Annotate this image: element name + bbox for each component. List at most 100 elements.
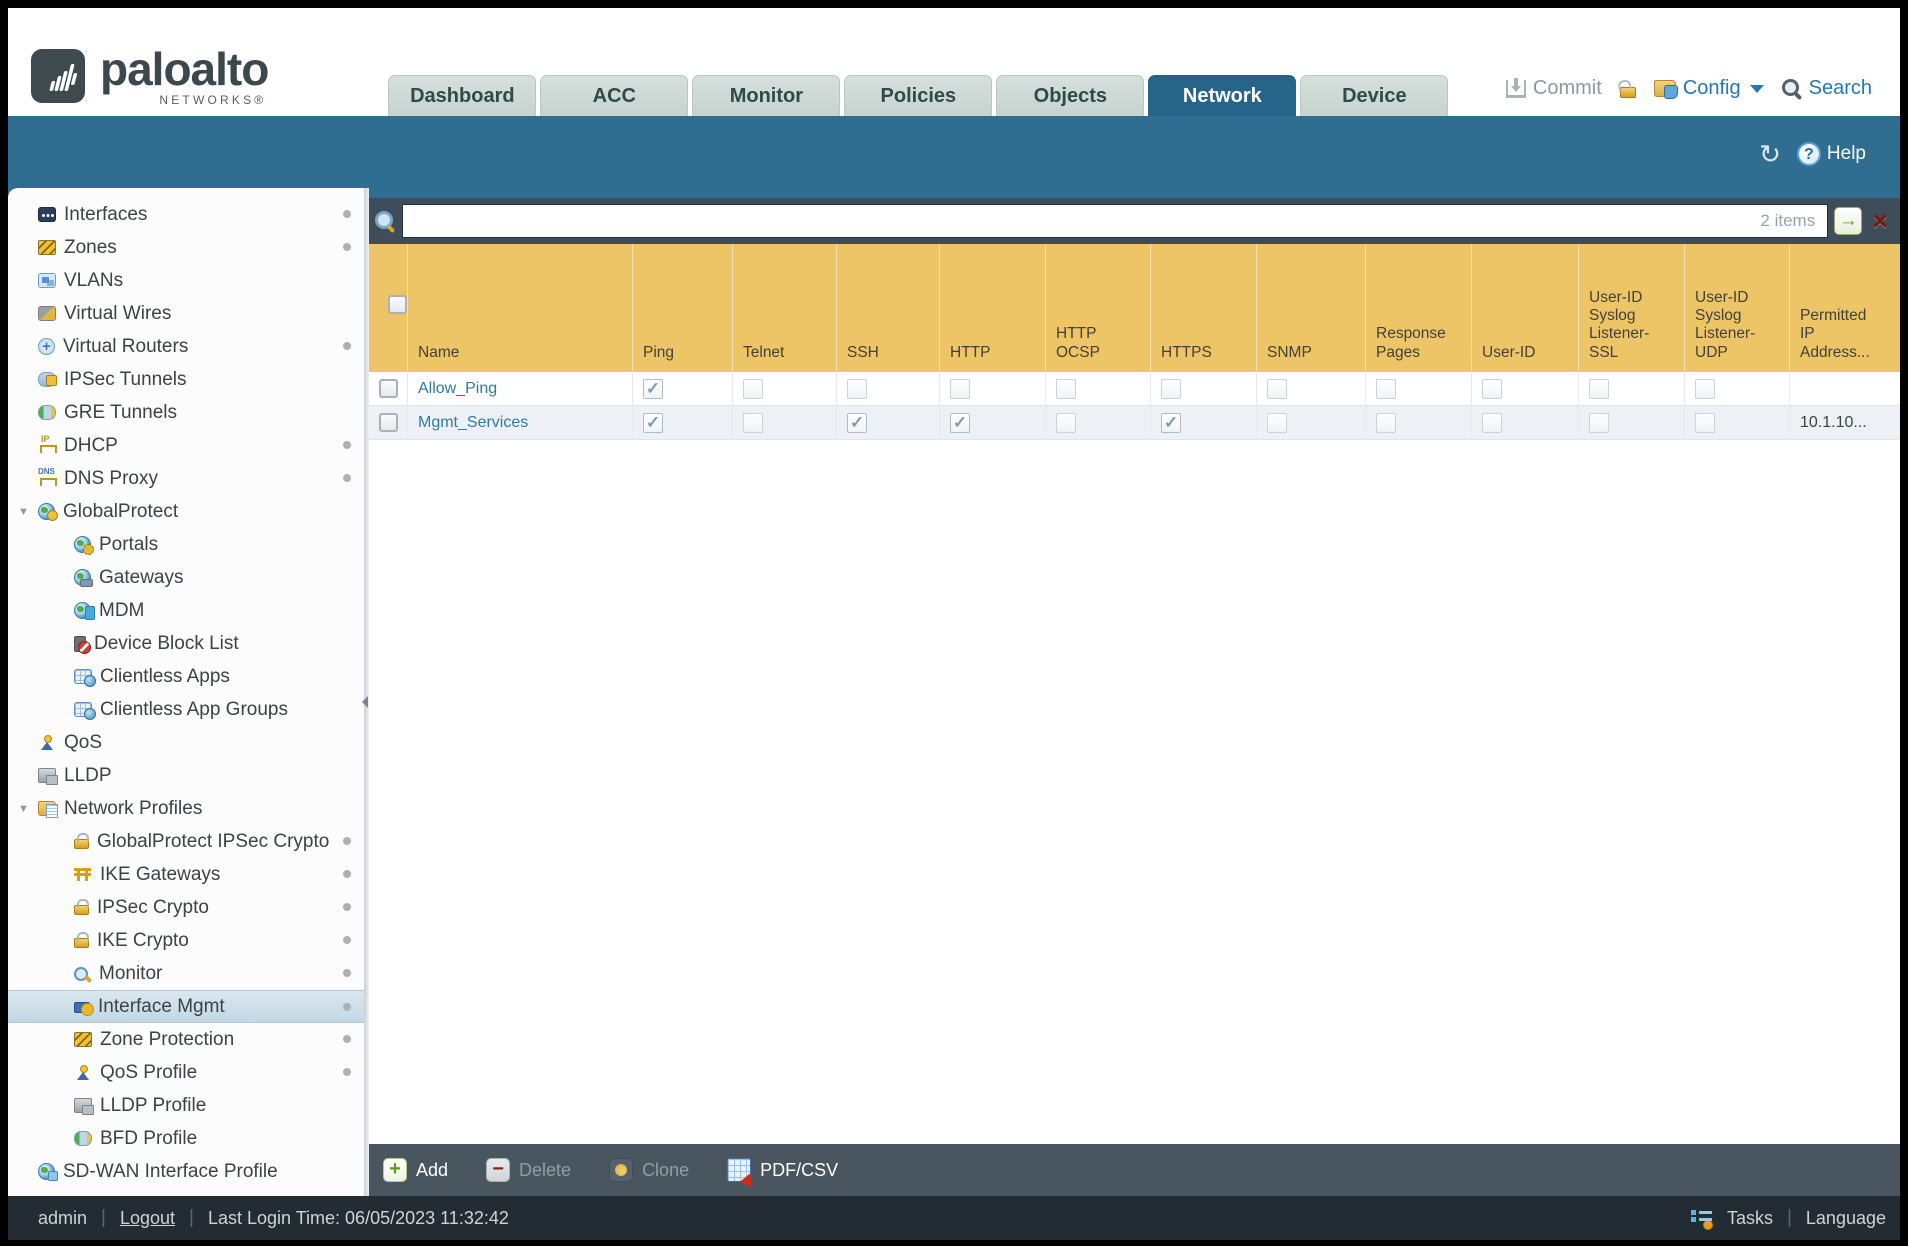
sidebar-item-bfd-profile[interactable]: BFD Profile [8, 1122, 364, 1155]
sidebar-item-ike-gateways[interactable]: IKE Gateways [8, 858, 364, 891]
paloalto-logo: paloalto NETWORKS® [30, 46, 269, 106]
column-header-ssh[interactable]: SSH [836, 244, 939, 372]
column-header-user-id[interactable]: User-ID [1471, 244, 1578, 372]
sidebar-item-clientless-apps[interactable]: Clientless Apps [8, 660, 364, 693]
network-sidebar: Interfaces Zones VLANs Virtual Wires Vir… [8, 188, 364, 1196]
clone-button[interactable]: Clone [609, 1158, 689, 1182]
profile-link[interactable]: Mgmt_Services [418, 414, 528, 432]
magnifier-icon [1781, 78, 1802, 99]
tab-dashboard[interactable]: Dashboard [388, 75, 537, 116]
sidebar-item-ipsec-tunnels[interactable]: IPSec Tunnels [8, 363, 364, 396]
sidebar-item-monitor-profile[interactable]: Monitor [8, 957, 364, 990]
interface-gear-icon [74, 1002, 94, 1016]
sidebar-item-sdwan-interface-profile[interactable]: SD-WAN Interface Profile [8, 1155, 364, 1188]
sidebar-item-ipsec-crypto[interactable]: IPSec Crypto [8, 891, 364, 924]
column-header-ping[interactable]: Ping [632, 244, 732, 372]
column-header-https[interactable]: HTTPS [1150, 244, 1256, 372]
column-header-http[interactable]: HTTP [939, 244, 1045, 372]
filter-input[interactable] [403, 205, 1761, 237]
column-header-uid-syslog-ssl[interactable]: User-ID Syslog Listener-SSL [1578, 244, 1684, 372]
column-header-telnet[interactable]: Telnet [732, 244, 836, 372]
expand-triangle-icon[interactable]: ▼ [16, 803, 38, 815]
open-lock-icon[interactable] [1619, 86, 1636, 98]
tab-policies[interactable]: Policies [844, 75, 993, 116]
sidebar-item-device-block-list[interactable]: Device Block List [8, 627, 364, 660]
row-checkbox[interactable] [378, 413, 398, 432]
row-checkbox[interactable] [378, 379, 398, 398]
select-all-checkbox[interactable] [388, 294, 407, 314]
clear-x-icon[interactable]: × [1868, 208, 1892, 235]
sidebar-item-ike-crypto[interactable]: IKE Crypto [8, 924, 364, 957]
sidebar-item-gre-tunnels[interactable]: GRE Tunnels [8, 396, 364, 429]
search-button[interactable]: Search [1781, 77, 1872, 100]
user-id-check [1482, 412, 1502, 433]
lldp-devices-icon [74, 1098, 94, 1115]
status-footer: admin Logout Last Login Time: 06/05/2023… [8, 1196, 1900, 1240]
sidebar-item-qos[interactable]: QoS [8, 726, 364, 759]
uid-syslog-udp-check [1695, 378, 1715, 399]
sidebar-item-gateways[interactable]: Gateways [8, 561, 364, 594]
sidebar-item-vlans[interactable]: VLANs [8, 264, 364, 297]
sidebar-item-globalprotect[interactable]: ▼ GlobalProtect [8, 495, 364, 528]
column-header-uid-syslog-udp[interactable]: User-ID Syslog Listener-UDP [1684, 244, 1789, 372]
globe-sdwan-icon [38, 1163, 58, 1181]
scroll-dot [343, 474, 351, 482]
magnifier-person-icon [74, 966, 91, 982]
sidebar-item-virtual-wires[interactable]: Virtual Wires [8, 297, 364, 330]
sidebar-item-lldp-profile[interactable]: LLDP Profile [8, 1089, 364, 1122]
sidebar-item-zones[interactable]: Zones [8, 231, 364, 264]
config-folder-icon [1653, 80, 1678, 99]
phone-block-icon [74, 635, 91, 654]
column-header-snmp[interactable]: SNMP [1256, 244, 1365, 372]
logout-link[interactable]: Logout [120, 1208, 175, 1229]
interfaces-icon [38, 207, 56, 222]
sidebar-item-interface-mgmt[interactable]: Interface Mgmt [8, 990, 364, 1023]
sidebar-item-dns-proxy[interactable]: DNS Proxy [8, 462, 364, 495]
delete-button[interactable]: − Delete [486, 1158, 571, 1182]
sidebar-item-virtual-routers[interactable]: Virtual Routers [8, 330, 364, 363]
sidebar-item-lldp[interactable]: LLDP [8, 759, 364, 792]
sidebar-item-clientless-app-groups[interactable]: Clientless App Groups [8, 693, 364, 726]
tab-monitor[interactable]: Monitor [692, 75, 841, 116]
apply-arrow-icon[interactable]: → [1834, 207, 1863, 235]
tab-acc[interactable]: ACC [540, 75, 689, 116]
header-actions: Commit Config Search [1505, 77, 1872, 100]
commit-button[interactable]: Commit [1505, 77, 1602, 100]
pdf-csv-button[interactable]: PDF/CSV [727, 1158, 838, 1182]
http-check [950, 412, 970, 433]
sidebar-item-qos-profile[interactable]: QoS Profile [8, 1056, 364, 1089]
ping-check [643, 412, 663, 433]
scroll-dot [343, 441, 351, 449]
language-button[interactable]: Language [1806, 1208, 1886, 1229]
tasks-button[interactable]: Tasks [1727, 1208, 1773, 1229]
sidebar-item-gp-ipsec-crypto[interactable]: GlobalProtect IPSec Crypto [8, 825, 364, 858]
tab-network[interactable]: Network [1148, 75, 1297, 116]
refresh-icon[interactable]: ↻ [1759, 141, 1781, 167]
sidebar-collapse-handle[interactable] [362, 188, 369, 1196]
help-button[interactable]: ? Help [1796, 142, 1866, 166]
expand-triangle-icon[interactable]: ▼ [16, 506, 38, 518]
uid-syslog-ssl-check [1589, 378, 1609, 399]
http-check [950, 378, 970, 399]
sidebar-item-network-profiles[interactable]: ▼ Network Profiles [8, 792, 364, 825]
scroll-dot [343, 342, 351, 350]
logged-in-user: admin [38, 1207, 88, 1228]
sidebar-item-portals[interactable]: Portals [8, 528, 364, 561]
column-header-name[interactable]: Name [407, 244, 632, 372]
sidebar-item-dhcp[interactable]: DHCP [8, 429, 364, 462]
telnet-check [743, 378, 763, 399]
column-header-permitted-ip[interactable]: Permitted IP Address... [1789, 244, 1900, 372]
virtual-routers-icon [38, 338, 55, 355]
sidebar-item-mdm[interactable]: MDM [8, 594, 364, 627]
tab-device[interactable]: Device [1300, 75, 1449, 116]
magnifier-icon[interactable] [375, 210, 396, 232]
profile-link[interactable]: Allow_Ping [418, 380, 497, 398]
sidebar-item-interfaces[interactable]: Interfaces [8, 198, 364, 231]
response-pages-check [1376, 412, 1396, 433]
tab-objects[interactable]: Objects [996, 75, 1145, 116]
column-header-http-ocsp[interactable]: HTTP OCSP [1045, 244, 1150, 372]
sidebar-item-zone-protection[interactable]: Zone Protection [8, 1023, 364, 1056]
config-menu-button[interactable]: Config [1653, 77, 1764, 100]
column-header-response-pages[interactable]: Response Pages [1365, 244, 1471, 372]
add-button[interactable]: + Add [383, 1158, 448, 1182]
